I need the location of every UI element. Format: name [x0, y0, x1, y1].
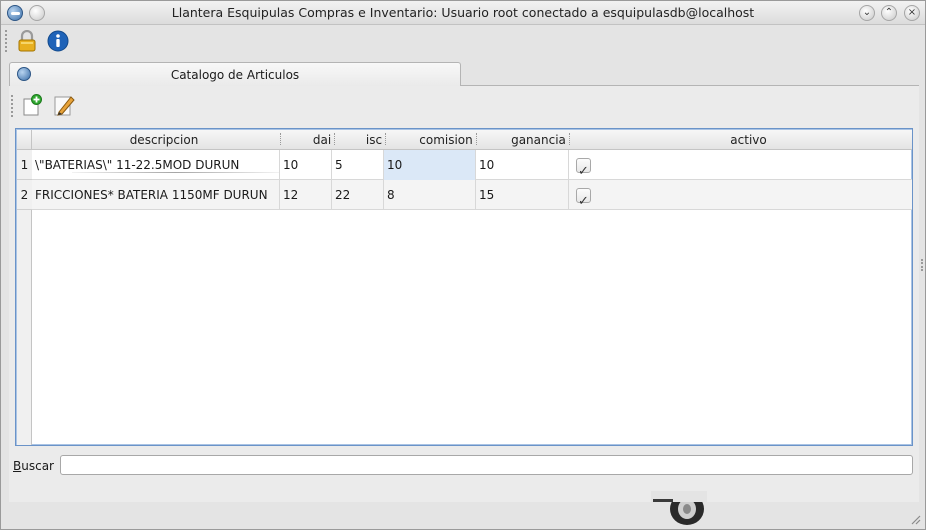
search-input[interactable]	[60, 455, 913, 475]
lock-icon[interactable]	[18, 30, 36, 52]
column-header-isc[interactable]: isc	[348, 130, 400, 150]
chevron-down-icon: ⌄	[862, 7, 872, 18]
table-row[interactable]: \"BATERIAS\" 11-22.5MOD DURUN 10 5 10 10	[32, 150, 912, 180]
tire-logo-icon	[651, 491, 707, 525]
cell-comision[interactable]: 10	[384, 150, 476, 180]
column-separator	[334, 133, 335, 145]
main-window: Llantera Esquipulas Compras e Inventario…	[0, 0, 926, 530]
chevron-up-icon: ⌃	[884, 7, 894, 18]
toolbar-grip[interactable]	[5, 30, 8, 52]
search-label: Buscar	[13, 459, 54, 473]
column-separator	[280, 133, 281, 145]
column-header-dai[interactable]: dai	[296, 130, 348, 150]
cell-isc[interactable]: 22	[332, 180, 384, 210]
title-bar[interactable]: Llantera Esquipulas Compras e Inventario…	[1, 1, 925, 25]
column-separator	[476, 133, 477, 145]
edit-pencil-icon[interactable]	[53, 94, 75, 116]
column-header-descripcion[interactable]: descripcion	[32, 130, 296, 150]
row-number[interactable]: 1	[17, 150, 32, 180]
cell-dai[interactable]: 10	[280, 150, 332, 180]
cell-ganancia[interactable]: 10	[476, 150, 569, 180]
column-header-ganancia[interactable]: ganancia	[492, 130, 585, 150]
column-header-comision[interactable]: comision	[400, 130, 492, 150]
search-label-mnemonic: B	[13, 459, 22, 473]
column-header-activo[interactable]: activo	[585, 130, 912, 150]
info-icon[interactable]	[47, 30, 69, 52]
column-separator	[385, 133, 386, 145]
main-toolbar	[1, 26, 925, 56]
tab-label: Catalogo de Articulos	[170, 68, 300, 82]
close-button[interactable]: ×	[904, 5, 920, 21]
resize-grip-icon[interactable]	[909, 513, 921, 525]
activo-checkbox[interactable]	[576, 187, 591, 210]
table-corner[interactable]	[17, 130, 32, 150]
cell-isc[interactable]: 5	[332, 150, 384, 180]
tab-catalogo-articulos[interactable]: Catalogo de Articulos	[9, 62, 461, 86]
maximize-button[interactable]: ⌃	[881, 5, 897, 21]
minimize-button[interactable]: ⌄	[859, 5, 875, 21]
search-label-text: uscar	[21, 459, 54, 473]
side-resize-grip[interactable]	[921, 259, 924, 271]
cell-dai[interactable]: 12	[280, 180, 332, 210]
cell-activo[interactable]	[569, 150, 912, 180]
row-number[interactable]: 2	[17, 180, 32, 210]
table-row[interactable]: FRICCIONES* BATERIA 1150MF DURUN 12 22 8…	[32, 180, 912, 210]
articles-table[interactable]: descripcion dai isc comision ganancia ac…	[15, 128, 913, 446]
activo-checkbox[interactable]	[576, 157, 591, 180]
cell-descripcion[interactable]: FRICCIONES* BATERIA 1150MF DURUN	[32, 180, 280, 210]
new-document-icon[interactable]	[22, 94, 42, 116]
action-toolbar-grip[interactable]	[11, 95, 14, 117]
cell-activo[interactable]	[569, 180, 912, 210]
window-title: Llantera Esquipulas Compras e Inventario…	[171, 5, 755, 20]
cell-ganancia[interactable]: 15	[476, 180, 569, 210]
cell-comision[interactable]: 8	[384, 180, 476, 210]
column-separator	[569, 133, 570, 145]
cell-descripcion[interactable]: \"BATERIAS\" 11-22.5MOD DURUN	[32, 150, 280, 180]
close-icon: ×	[907, 7, 917, 18]
